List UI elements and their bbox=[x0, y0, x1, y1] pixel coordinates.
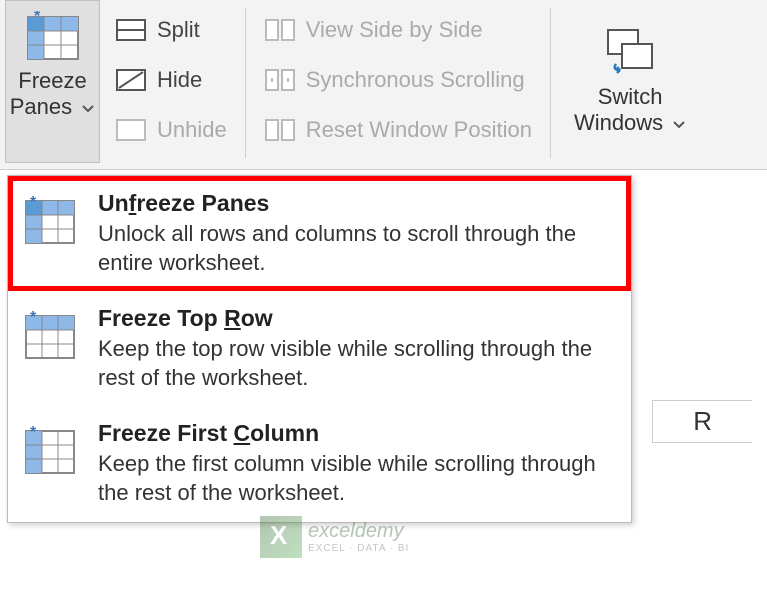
hide-button[interactable]: Hide bbox=[115, 56, 227, 104]
watermark: exceldemy EXCEL · DATA · BI bbox=[260, 516, 409, 558]
svg-text:*: * bbox=[30, 310, 37, 326]
svg-text:*: * bbox=[30, 195, 37, 211]
unfreeze-panes-icon: * bbox=[24, 195, 76, 247]
switch-windows-button[interactable]: Switch Windows bbox=[559, 0, 701, 160]
freeze-first-column-menu-item[interactable]: * Freeze First Column Keep the first col… bbox=[8, 406, 631, 521]
freeze-top-row-icon: * bbox=[24, 310, 76, 362]
view-side-by-side-label: View Side by Side bbox=[306, 17, 483, 43]
svg-text:*: * bbox=[30, 425, 37, 441]
ribbon-window-group: * Freeze Panes Split Hide bbox=[0, 0, 767, 170]
synchronous-scrolling-label: Synchronous Scrolling bbox=[306, 67, 525, 93]
chevron-down-icon bbox=[672, 110, 686, 136]
column-header-r[interactable]: R bbox=[652, 400, 752, 443]
freeze-panes-label: Freeze Panes bbox=[10, 68, 96, 121]
unhide-button: Unhide bbox=[115, 106, 227, 154]
menu-item-description: Keep the top row visible while scrolling… bbox=[98, 335, 615, 392]
ribbon-separator bbox=[245, 8, 246, 158]
view-side-by-side-icon bbox=[264, 14, 296, 46]
synchronous-scrolling-button: Synchronous Scrolling bbox=[264, 56, 532, 104]
view-side-by-side-button: View Side by Side bbox=[264, 6, 532, 54]
unhide-label: Unhide bbox=[157, 117, 227, 143]
freeze-panes-button[interactable]: * Freeze Panes bbox=[5, 0, 100, 163]
hide-label: Hide bbox=[157, 67, 202, 93]
ribbon-separator bbox=[550, 8, 551, 158]
menu-item-title: Freeze Top Row bbox=[98, 305, 615, 332]
split-label: Split bbox=[157, 17, 200, 43]
freeze-panes-dropdown: * Unfreeze Panes Unlock all rows and col… bbox=[7, 175, 632, 523]
freeze-top-row-menu-item[interactable]: * Freeze Top Row Keep the top row visibl… bbox=[8, 291, 631, 406]
ribbon-split-hide-column: Split Hide Unhide bbox=[105, 0, 237, 160]
reset-window-position-label: Reset Window Position bbox=[306, 117, 532, 143]
switch-windows-icon bbox=[602, 24, 658, 76]
menu-item-description: Keep the first column visible while scro… bbox=[98, 450, 615, 507]
ribbon-window-column: View Side by Side Synchronous Scrolling … bbox=[254, 0, 542, 160]
reset-window-position-icon bbox=[264, 114, 296, 146]
synchronous-scrolling-icon bbox=[264, 64, 296, 96]
split-icon bbox=[115, 14, 147, 46]
chevron-down-icon bbox=[81, 94, 95, 120]
unfreeze-panes-menu-item[interactable]: * Unfreeze Panes Unlock all rows and col… bbox=[8, 176, 631, 291]
hide-icon bbox=[115, 64, 147, 96]
menu-item-title: Unfreeze Panes bbox=[98, 190, 615, 217]
reset-window-position-button: Reset Window Position bbox=[264, 106, 532, 154]
freeze-first-column-icon: * bbox=[24, 425, 76, 477]
menu-item-description: Unlock all rows and columns to scroll th… bbox=[98, 220, 615, 277]
watermark-subtitle: EXCEL · DATA · BI bbox=[308, 543, 409, 554]
split-button[interactable]: Split bbox=[115, 6, 227, 54]
watermark-icon bbox=[260, 516, 302, 558]
svg-text:*: * bbox=[34, 11, 41, 25]
freeze-panes-icon: * bbox=[24, 11, 82, 63]
menu-item-title: Freeze First Column bbox=[98, 420, 615, 447]
unhide-icon bbox=[115, 114, 147, 146]
watermark-title: exceldemy bbox=[308, 520, 409, 543]
switch-windows-label: Switch Windows bbox=[574, 84, 686, 137]
